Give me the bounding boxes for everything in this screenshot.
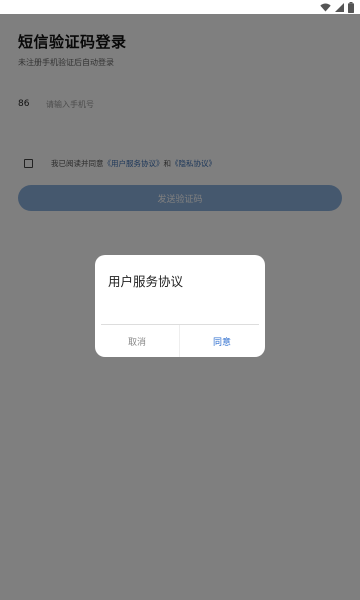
battery-icon [348,1,354,13]
dialog-title: 用户服务协议 [108,274,184,289]
status-icons [320,1,354,13]
agree-button[interactable]: 同意 [180,325,264,357]
user-agreement-dialog: 用户服务协议 取消 同意 [95,255,265,357]
wifi-icon [320,3,331,11]
cancel-button[interactable]: 取消 [95,325,179,357]
status-bar [0,0,360,14]
signal-icon [335,2,344,12]
